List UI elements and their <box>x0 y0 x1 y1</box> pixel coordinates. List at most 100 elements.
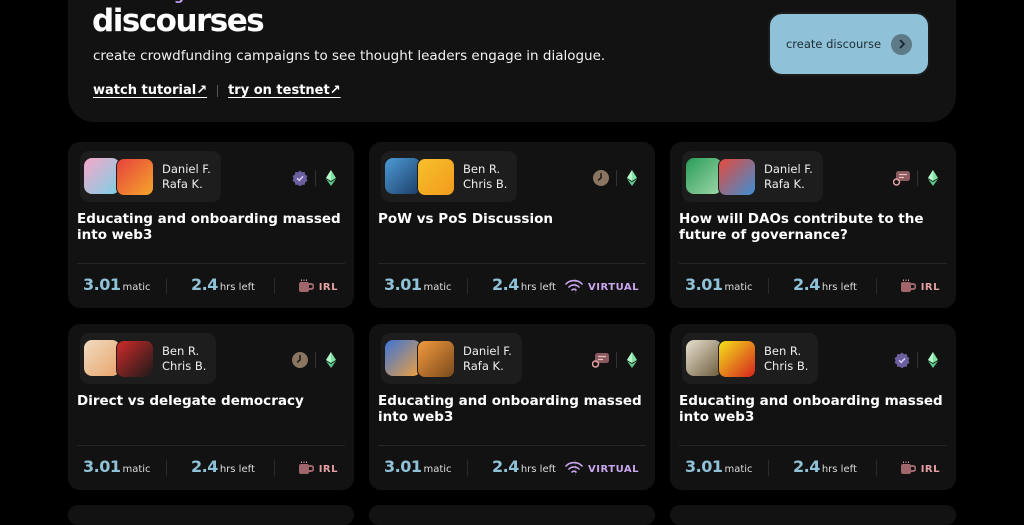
venue-label: IRL <box>920 464 940 475</box>
time-value: 2.4 <box>793 275 820 294</box>
mug-icon <box>900 460 917 479</box>
discourse-title: PoW vs PoS Discussion <box>378 211 553 227</box>
funding-amount: 3.01 matic <box>384 457 452 476</box>
avatar <box>385 157 421 194</box>
divider <box>378 263 646 264</box>
time-value: 2.4 <box>492 457 519 476</box>
watch-tutorial-link[interactable]: watch tutorial↗ <box>93 83 207 98</box>
time-left: 2.4 hrs left <box>191 457 255 476</box>
divider <box>77 263 345 264</box>
speakers-chip[interactable]: Daniel F. Rafa K. <box>381 333 522 384</box>
speakers-chip[interactable]: Ben R. Chris B. <box>80 333 217 384</box>
time-unit: hrs left <box>821 464 857 475</box>
mug-icon <box>900 278 917 297</box>
speaker-name: Chris B. <box>463 176 508 191</box>
chevron-right-icon <box>891 33 913 55</box>
card-partial <box>670 505 956 525</box>
discourse-title: Educating and onboarding massed into web… <box>679 393 943 425</box>
speaker-name: Rafa K. <box>764 176 805 191</box>
divider <box>166 278 167 294</box>
try-testnet-link[interactable]: try on testnet↗ <box>228 83 341 98</box>
speaker-name: Ben R. <box>463 161 501 176</box>
discourse-title: Educating and onboarding massed into web… <box>77 211 341 243</box>
discourse-title: How will DAOs contribute to the future o… <box>679 211 924 243</box>
venue-label: IRL <box>318 282 338 293</box>
speaker-name: Rafa K. <box>463 358 504 373</box>
badge-divider <box>616 170 617 186</box>
amount-unit: matic <box>724 464 753 475</box>
speaker-name: Chris B. <box>764 358 809 373</box>
mug-icon <box>298 278 315 297</box>
speaker-name: Daniel F. <box>463 343 512 358</box>
discourse-title: Direct vs delegate democracy <box>77 393 304 409</box>
speaker-name: Chris B. <box>162 358 207 373</box>
speaker-name: Daniel F. <box>764 161 813 176</box>
discourse-card[interactable]: Ben R. Chris B. PoW vs PoS Discussion 3.… <box>369 142 655 308</box>
avatar <box>116 339 154 378</box>
card-partial <box>369 505 655 525</box>
avatar <box>686 157 722 194</box>
avatar <box>718 339 756 378</box>
time-unit: hrs left <box>520 282 556 293</box>
divider <box>274 460 275 476</box>
speakers-chip[interactable]: Ben R. Chris B. <box>381 151 518 202</box>
avatar <box>686 339 722 376</box>
hero-banner: introducing discourses create crowdfundi… <box>68 0 956 122</box>
mug-icon <box>298 460 315 479</box>
discourse-card[interactable]: Ben R. Chris B. Direct vs delegate democ… <box>68 324 354 490</box>
clock-icon <box>291 351 309 369</box>
wifi-icon <box>565 460 583 479</box>
time-value: 2.4 <box>191 275 218 294</box>
venue-badge: IRL <box>900 278 940 297</box>
amount-value: 3.01 <box>685 275 723 294</box>
chat-icon <box>893 169 911 187</box>
speakers-chip[interactable]: Daniel F. Rafa K. <box>80 151 221 202</box>
funding-amount: 3.01 matic <box>83 457 151 476</box>
amount-value: 3.01 <box>685 457 723 476</box>
divider <box>378 445 646 446</box>
amount-value: 3.01 <box>384 275 422 294</box>
discourse-card[interactable]: Ben R. Chris B. Educating and onboarding… <box>670 324 956 490</box>
ethereum-icon <box>924 351 942 369</box>
ethereum-icon <box>322 351 340 369</box>
time-left: 2.4 hrs left <box>793 275 857 294</box>
time-left: 2.4 hrs left <box>492 457 556 476</box>
time-left: 2.4 hrs left <box>793 457 857 476</box>
speakers-chip[interactable]: Ben R. Chris B. <box>682 333 819 384</box>
divider <box>467 278 468 294</box>
time-unit: hrs left <box>520 464 556 475</box>
divider <box>679 445 947 446</box>
amount-unit: matic <box>423 282 452 293</box>
divider <box>467 460 468 476</box>
avatar <box>718 157 756 196</box>
discourse-card[interactable]: Daniel F. Rafa K. How will DAOs contribu… <box>670 142 956 308</box>
discourse-card[interactable]: Daniel F. Rafa K. Educating and onboardi… <box>369 324 655 490</box>
time-left: 2.4 hrs left <box>492 275 556 294</box>
amount-unit: matic <box>122 282 151 293</box>
funding-amount: 3.01 matic <box>83 275 151 294</box>
venue-badge: IRL <box>900 460 940 479</box>
time-unit: hrs left <box>219 282 255 293</box>
venue-badge: VIRTUAL <box>565 460 639 479</box>
funding-amount: 3.01 matic <box>685 457 753 476</box>
divider <box>679 263 947 264</box>
speaker-name: Ben R. <box>764 343 802 358</box>
create-discourse-button[interactable]: create discourse <box>768 12 930 76</box>
card-partial <box>68 505 354 525</box>
avatar <box>385 339 421 376</box>
time-value: 2.4 <box>793 457 820 476</box>
time-unit: hrs left <box>219 464 255 475</box>
amount-value: 3.01 <box>384 457 422 476</box>
venue-label: VIRTUAL <box>588 282 639 293</box>
badge-divider <box>315 352 316 368</box>
chat-icon <box>592 351 610 369</box>
divider <box>77 445 345 446</box>
funding-amount: 3.01 matic <box>685 275 753 294</box>
time-unit: hrs left <box>821 282 857 293</box>
discourse-card[interactable]: Daniel F. Rafa K. Educating and onboardi… <box>68 142 354 308</box>
venue-label: VIRTUAL <box>588 464 639 475</box>
badge-divider <box>917 170 918 186</box>
amount-value: 3.01 <box>83 275 121 294</box>
amount-unit: matic <box>423 464 452 475</box>
speakers-chip[interactable]: Daniel F. Rafa K. <box>682 151 823 202</box>
